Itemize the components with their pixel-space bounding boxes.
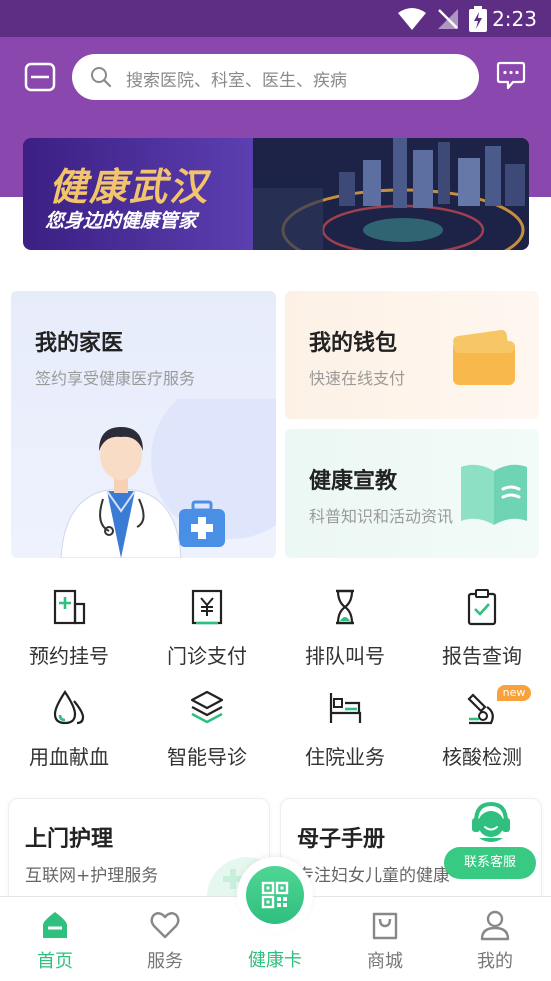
blood-drop-icon [53, 690, 85, 725]
doctor-illustration-icon [60, 399, 276, 558]
search-placeholder: 搜索医院、科室、医生、疾病 [126, 71, 347, 91]
city-skyline-image [253, 138, 529, 250]
yuan-receipt-icon [191, 589, 223, 625]
customer-service-icon[interactable] [470, 800, 512, 846]
banner-title: 健康武汉 [49, 165, 210, 209]
tab-services[interactable]: 服务 [120, 897, 210, 981]
tab-health-card[interactable] [237, 857, 313, 933]
message-icon[interactable] [496, 60, 526, 92]
wallet-title: 我的钱包 [309, 331, 398, 356]
service-label: 智能导诊 [167, 745, 247, 769]
home-nursing-title: 上门护理 [25, 827, 114, 852]
tab-label: 首页 [37, 951, 73, 972]
tab-label: 商城 [367, 951, 403, 972]
signal-off-icon [438, 9, 458, 29]
status-time: 2:23 [492, 7, 537, 31]
clipboard-check-icon [467, 589, 497, 626]
maternal-handbook-title: 母子手册 [297, 827, 386, 852]
search-icon [91, 67, 112, 88]
health-education-card[interactable]: 健康宣教 科普知识和活动资讯 [285, 429, 539, 558]
service-label: 排队叫号 [305, 644, 385, 668]
service-label: 预约挂号 [29, 644, 109, 668]
shopping-bag-icon [372, 912, 398, 940]
service-label: 用血献血 [29, 745, 109, 769]
service-queue[interactable]: 排队叫号 [290, 588, 400, 678]
service-guide[interactable]: 智能导诊 [152, 689, 262, 779]
home-nursing-subtitle: 互联网+护理服务 [25, 866, 159, 886]
battery-charging-icon [469, 6, 487, 32]
hospital-bed-icon [329, 693, 362, 723]
heart-icon [150, 912, 180, 939]
service-label: 住院业务 [305, 745, 385, 769]
promo-banner[interactable]: 健康武汉 您身边的健康管家 [23, 138, 529, 250]
scan-icon[interactable] [24, 61, 56, 93]
service-nucleic-test[interactable]: new 核酸检测 [427, 685, 537, 779]
tab-home[interactable]: 首页 [10, 897, 100, 981]
microscope-icon [467, 693, 494, 725]
service-label: 报告查询 [442, 644, 522, 668]
home-icon [43, 912, 67, 938]
tab-mall[interactable]: 商城 [340, 897, 430, 981]
family-doctor-subtitle: 签约享受健康医疗服务 [35, 369, 196, 388]
status-bar: 2:23 [0, 0, 551, 37]
health-card-button[interactable] [246, 866, 304, 924]
health-education-subtitle: 科普知识和活动资讯 [309, 507, 454, 526]
maternal-handbook-subtitle: 专注妇女儿童的健康 [297, 866, 450, 886]
tab-label: 我的 [477, 951, 513, 972]
hourglass-icon [336, 589, 354, 625]
tab-label: 健康卡 [248, 950, 302, 971]
family-doctor-title: 我的家医 [35, 331, 124, 356]
banner-subtitle: 您身边的健康管家 [45, 210, 198, 232]
hospital-icon [53, 589, 86, 625]
service-blood[interactable]: 用血献血 [14, 689, 124, 779]
family-doctor-card[interactable]: 我的家医 签约享受健康医疗服务 [11, 291, 276, 558]
search-input[interactable]: 搜索医院、科室、医生、疾病 [72, 54, 479, 100]
wifi-icon [398, 8, 426, 30]
service-payment[interactable]: 门诊支付 [152, 588, 262, 678]
health-education-title: 健康宣教 [309, 469, 398, 494]
wallet-subtitle: 快速在线支付 [309, 369, 406, 388]
qr-code-icon [261, 881, 289, 909]
service-label: 门诊支付 [167, 644, 247, 668]
service-appointment[interactable]: 预约挂号 [14, 588, 124, 678]
wallet-card[interactable]: 我的钱包 快速在线支付 [285, 291, 539, 419]
home-nursing-card[interactable]: 上门护理 互联网+护理服务 [8, 798, 270, 908]
service-label: 核酸检测 [442, 745, 522, 769]
service-report[interactable]: 报告查询 [427, 588, 537, 678]
tab-label: 服务 [147, 951, 183, 972]
tab-profile[interactable]: 我的 [450, 897, 540, 981]
service-inpatient[interactable]: 住院业务 [290, 689, 400, 779]
wallet-icon [453, 329, 515, 385]
user-icon [480, 910, 510, 941]
new-badge: new [497, 685, 531, 701]
layers-icon [190, 690, 224, 724]
contact-service-button[interactable]: 联系客服 [444, 847, 536, 879]
open-book-icon [461, 464, 527, 525]
